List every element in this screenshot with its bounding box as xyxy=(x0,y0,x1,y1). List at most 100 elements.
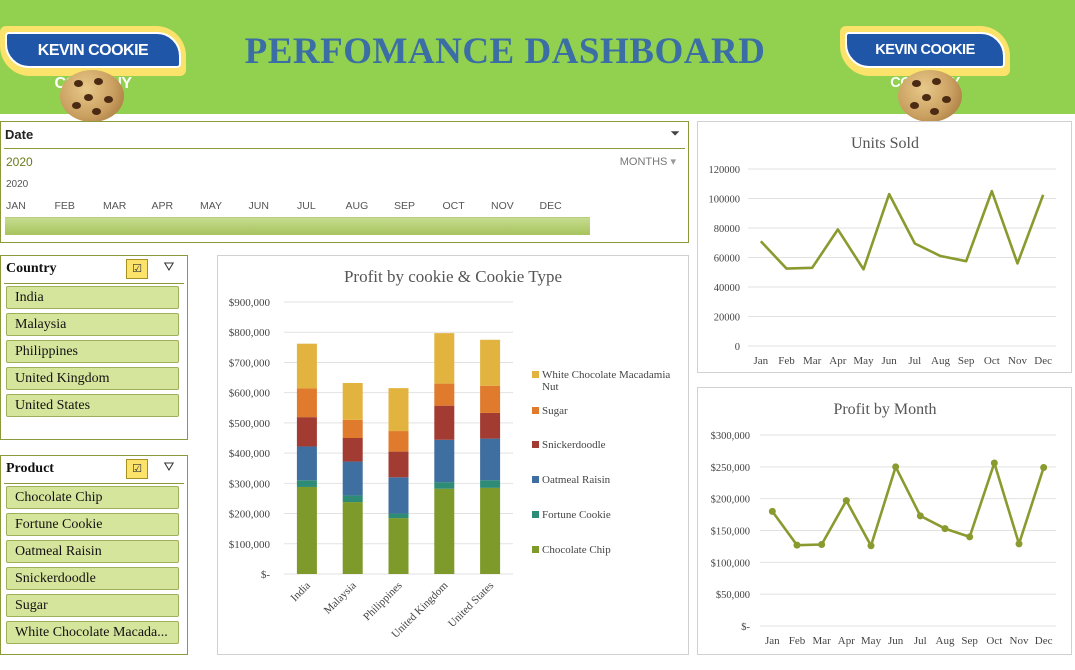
profit-by-cookie-chart[interactable]: Profit by cookie & Cookie Type $- $100,000… xyxy=(217,255,689,655)
y-tick-label: $100,000 xyxy=(711,558,750,569)
y-tick-label: 80000 xyxy=(714,224,740,235)
country-slicer-item[interactable]: Philippines xyxy=(6,340,179,363)
bar-segment xyxy=(434,405,455,440)
legend-label: Snickerdoodle xyxy=(542,439,606,451)
series-line xyxy=(771,461,1045,548)
y-tick-label: $50,000 xyxy=(716,590,750,601)
timeline-month-may[interactable]: MAY xyxy=(200,200,222,212)
profit-month-chart-svg: Profit by Month $- $50,000 $100,000 $150,000… xyxy=(711,401,1056,647)
x-tick-label: Jul xyxy=(914,635,927,647)
x-tick-label: Sep xyxy=(958,355,975,367)
x-tick-label: Jun xyxy=(888,635,904,647)
data-point xyxy=(990,459,998,467)
bar-segment xyxy=(434,333,455,384)
country-slicer: Country ☑ ⛛ India Malaysia Philippines Unit… xyxy=(0,255,188,440)
legend-label-cont: Nut xyxy=(542,381,559,393)
x-tick-label: Jul xyxy=(908,355,921,367)
timeline-month-sep[interactable]: SEP xyxy=(394,200,415,212)
bar-segment xyxy=(480,438,501,481)
data-point xyxy=(1015,540,1023,548)
clear-filter-icon[interactable]: ⛛ xyxy=(159,259,179,279)
bar-segment xyxy=(342,502,363,574)
multi-select-icon[interactable]: ☑ xyxy=(126,459,148,479)
bar-segment xyxy=(480,385,501,413)
bar-segment xyxy=(296,343,317,389)
timeline-year-label: 2020 xyxy=(6,179,29,190)
x-tick-label: Oct xyxy=(986,635,1002,647)
product-slicer-item[interactable]: Oatmeal Raisin xyxy=(6,540,179,563)
y-tick-label: 100000 xyxy=(709,195,741,206)
product-slicer-item[interactable]: White Chocolate Macada... xyxy=(6,621,179,644)
y-tick-label: $700,000 xyxy=(229,357,271,369)
units-sold-chart[interactable]: Units Sold 0 20000 40000 60000 80000 100000 120… xyxy=(697,121,1072,373)
bar-chart-svg: Profit by cookie & Cookie Type $- $100,000… xyxy=(229,267,671,641)
timeline-month-oct[interactable]: OCT xyxy=(443,200,465,212)
clear-filter-icon[interactable]: ⏷ xyxy=(670,126,680,141)
y-tick-label: $300,000 xyxy=(229,478,271,490)
timeline-month-apr[interactable]: APR xyxy=(152,200,174,212)
product-slicer-item[interactable]: Snickerdoodle xyxy=(6,567,179,590)
chart-title: Units Sold xyxy=(851,135,919,152)
x-tick-label: Jun xyxy=(882,355,898,367)
bar-segment xyxy=(342,419,363,438)
y-tick-label: $200,000 xyxy=(229,509,271,521)
timeline-month-jan[interactable]: JAN xyxy=(6,200,26,212)
x-tick-label: Nov xyxy=(1008,355,1027,367)
bar-segment xyxy=(342,382,363,420)
data-point xyxy=(793,541,801,549)
data-point xyxy=(818,541,826,549)
timeline-month-dec[interactable]: DEC xyxy=(540,200,562,212)
data-point xyxy=(1040,463,1048,471)
x-tick-label: Feb xyxy=(778,355,795,367)
product-slicer-item[interactable]: Chocolate Chip xyxy=(6,486,179,509)
x-tick-label: May xyxy=(853,355,874,367)
y-tick-label: $900,000 xyxy=(229,297,271,309)
y-tick-label: $100,000 xyxy=(229,539,271,551)
multi-select-icon[interactable]: ☑ xyxy=(126,259,148,279)
timeline-month-aug[interactable]: AUG xyxy=(346,200,369,212)
timeline-months: JAN FEB MAR APR MAY JUN JUL AUG SEP OCT NOV DEC xyxy=(1,200,591,214)
legend-swatch xyxy=(532,511,539,518)
x-tick-label: Malaysia xyxy=(322,580,359,617)
bar-segment xyxy=(296,486,317,574)
timeline-month-feb[interactable]: FEB xyxy=(55,200,75,212)
y-tick-label: 60000 xyxy=(714,254,740,265)
x-tick-label: May xyxy=(861,635,882,647)
y-tick-label: $200,000 xyxy=(711,495,750,506)
y-tick-label: 40000 xyxy=(714,283,740,294)
legend-swatch xyxy=(532,407,539,414)
bar-segment xyxy=(388,477,409,514)
profit-by-month-chart[interactable]: Profit by Month $- $50,000 $100,000 $150,000… xyxy=(697,387,1072,655)
product-slicer-item[interactable]: Fortune Cookie xyxy=(6,513,179,536)
y-tick-label: 120000 xyxy=(709,165,741,176)
legend-label: Chocolate Chip xyxy=(542,544,611,556)
legend-swatch xyxy=(532,441,539,448)
country-slicer-item[interactable]: India xyxy=(6,286,179,309)
cookie-icon xyxy=(60,70,124,122)
country-slicer-item[interactable]: United States xyxy=(6,394,179,417)
time-level-dropdown[interactable]: MONTHS ▾ xyxy=(620,155,676,168)
y-tick-label: $300,000 xyxy=(711,431,750,442)
bar-segment xyxy=(388,388,409,432)
product-slicer-title: Product xyxy=(6,461,54,476)
y-tick-label: 0 xyxy=(735,342,740,353)
bar-segment xyxy=(342,438,363,462)
bar-segment xyxy=(434,488,455,574)
timeline-selection-bar[interactable] xyxy=(5,217,590,235)
country-slicer-item[interactable]: Malaysia xyxy=(6,313,179,336)
timeline-month-jul[interactable]: JUL xyxy=(297,200,316,212)
timeline-month-nov[interactable]: NOV xyxy=(491,200,514,212)
y-tick-label: $- xyxy=(261,569,271,581)
timeline-month-jun[interactable]: JUN xyxy=(249,200,269,212)
timeline-month-mar[interactable]: MAR xyxy=(103,200,126,212)
product-slicer-item[interactable]: Sugar xyxy=(6,594,179,617)
data-point xyxy=(892,463,900,471)
chart-title: Profit by Month xyxy=(833,401,936,418)
product-slicer: Product ☑ ⛛ Chocolate Chip Fortune Cookie… xyxy=(0,455,188,655)
country-slicer-item[interactable]: United Kingdom xyxy=(6,367,179,390)
x-tick-label: Apr xyxy=(829,355,846,367)
date-timeline-slicer[interactable]: Date ⏷ 2020 MONTHS ▾ 2020 JAN FEB MAR APR MA… xyxy=(0,121,689,243)
bar-segment xyxy=(434,482,455,489)
x-tick-label: Dec xyxy=(1035,635,1053,647)
clear-filter-icon[interactable]: ⛛ xyxy=(159,459,179,479)
